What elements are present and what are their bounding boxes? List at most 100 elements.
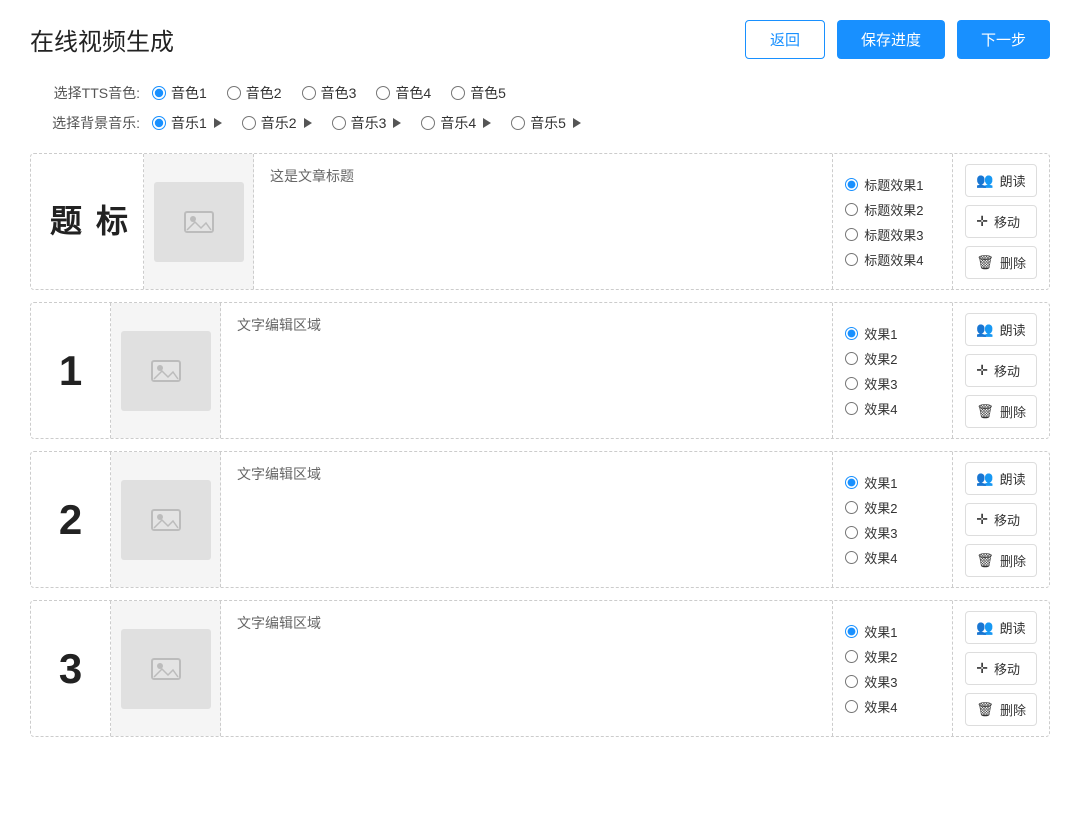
segment-index-3: 3 (31, 601, 111, 736)
effect-item-0-2[interactable]: 标题效果3 (845, 225, 940, 244)
music-option-3[interactable]: 音乐3 (332, 113, 402, 133)
read-button-2[interactable]: 👥 朗读 (965, 462, 1037, 495)
tts-row: 选择TTS音色: 音色1 音色2 音色3 音色4 音色5 (30, 83, 1050, 103)
read-label-2: 朗读 (1000, 469, 1026, 488)
move-button-2[interactable]: ✛移动 (965, 503, 1037, 536)
delete-button-1[interactable]: 🗑删除 (965, 395, 1037, 428)
tts-option-3[interactable]: 音色3 (302, 83, 357, 103)
music-option-5[interactable]: 音乐5 (511, 113, 581, 133)
tts-option-5[interactable]: 音色5 (451, 83, 506, 103)
image-placeholder-3 (121, 629, 211, 709)
music-option-1[interactable]: 音乐1 (152, 113, 222, 133)
read-button-0[interactable]: 👥 朗读 (965, 164, 1037, 197)
back-button[interactable]: 返回 (745, 20, 825, 59)
image-placeholder-2 (121, 480, 211, 560)
effect-item-0-1[interactable]: 标题效果2 (845, 200, 940, 219)
segment-text-area-2[interactable] (221, 452, 833, 587)
segment-actions-0: 👥 朗读 ✛ 移动 🗑 删除 (953, 154, 1049, 289)
play-icon[interactable] (214, 118, 222, 128)
play-icon[interactable] (304, 118, 312, 128)
tts-option-4[interactable]: 音色4 (376, 83, 431, 103)
effect-item-2-0[interactable]: 效果1 (845, 473, 940, 492)
move-icon: ✛ (976, 660, 988, 677)
segment-actions-2: 👥 朗读 ✛移动 🗑删除 (953, 452, 1049, 587)
delete-label-0: 删除 (1000, 253, 1026, 272)
music-label: 选择背景音乐: (30, 113, 140, 133)
read-button-1[interactable]: 👥 朗读 (965, 313, 1037, 346)
segment-textarea-2[interactable] (237, 464, 816, 544)
play-icon[interactable] (573, 118, 581, 128)
read-label-3: 朗读 (1000, 618, 1026, 637)
music-option-4[interactable]: 音乐4 (421, 113, 491, 133)
delete-button-2[interactable]: 🗑删除 (965, 544, 1037, 577)
segment-textarea-1[interactable] (237, 315, 816, 395)
music-row: 选择背景音乐: 音乐1 音乐2 音乐3 音乐4 音乐5 (30, 113, 1050, 133)
move-icon: ✛ (976, 213, 988, 230)
read-label-1: 朗读 (1000, 320, 1026, 339)
move-label-3: 移动 (994, 659, 1020, 678)
music-option-2[interactable]: 音乐2 (242, 113, 312, 133)
segment-index-2: 2 (31, 452, 111, 587)
read-button-3[interactable]: 👥 朗读 (965, 611, 1037, 644)
play-icon[interactable] (393, 118, 401, 128)
read-label-0: 朗读 (1000, 171, 1026, 190)
read-icon: 👥 (976, 470, 993, 487)
segment-image-2[interactable] (111, 452, 221, 587)
effect-item-1-3[interactable]: 效果4 (845, 399, 940, 418)
save-button[interactable]: 保存进度 (837, 20, 945, 59)
segment-card-2: 2 效果1 效果2 效果3 效果4 👥 朗读 ✛移动 🗑删除 (30, 451, 1050, 588)
read-icon: 👥 (976, 619, 993, 636)
read-icon: 👥 (976, 172, 993, 189)
segment-effects-0: 标题效果1 标题效果2 标题效果3 标题效果4 (833, 154, 953, 289)
delete-button-0[interactable]: 🗑 删除 (965, 246, 1037, 279)
page-header: 在线视频生成 返回 保存进度 下一步 (30, 20, 1050, 59)
effect-item-3-2[interactable]: 效果3 (845, 672, 940, 691)
segment-textarea-3[interactable] (237, 613, 816, 693)
effect-item-1-1[interactable]: 效果2 (845, 349, 940, 368)
segment-card-0: 标题 标题效果1 标题效果2 标题效果3 标题效果4 👥 朗读 ✛ 移动 🗑 删除 (30, 153, 1050, 290)
effect-item-3-0[interactable]: 效果1 (845, 622, 940, 641)
move-button-3[interactable]: ✛ 移动 (965, 652, 1037, 685)
effect-item-0-3[interactable]: 标题效果4 (845, 250, 940, 269)
effect-item-2-3[interactable]: 效果4 (845, 548, 940, 567)
segment-actions-3: 👥 朗读 ✛ 移动 🗑 删除 (953, 601, 1049, 736)
image-placeholder-0 (154, 182, 244, 262)
tts-label: 选择TTS音色: (30, 83, 140, 103)
read-icon: 👥 (976, 321, 993, 338)
tts-option-1[interactable]: 音色1 (152, 83, 207, 103)
delete-label-2: 删除 (1000, 551, 1026, 570)
move-icon: ✛ (976, 362, 988, 379)
segment-index-0: 标题 (31, 154, 144, 289)
segment-card-3: 3 效果1 效果2 效果3 效果4 👥 朗读 ✛ 移动 🗑 删除 (30, 600, 1050, 737)
move-label-0: 移动 (994, 212, 1020, 231)
delete-button-3[interactable]: 🗑 删除 (965, 693, 1037, 726)
segment-text-area-3[interactable] (221, 601, 833, 736)
effect-item-3-3[interactable]: 效果4 (845, 697, 940, 716)
tts-options: 音色1 音色2 音色3 音色4 音色5 (152, 83, 506, 103)
segment-textarea-0[interactable] (270, 166, 816, 246)
segment-image-0[interactable] (144, 154, 254, 289)
delete-label-3: 删除 (1000, 700, 1026, 719)
effect-item-0-0[interactable]: 标题效果1 (845, 175, 940, 194)
segment-text-area-0[interactable] (254, 154, 833, 289)
segment-effects-2: 效果1 效果2 效果3 效果4 (833, 452, 953, 587)
segment-image-3[interactable] (111, 601, 221, 736)
segment-actions-1: 👥 朗读 ✛移动 🗑删除 (953, 303, 1049, 438)
effect-item-1-0[interactable]: 效果1 (845, 324, 940, 343)
play-icon[interactable] (483, 118, 491, 128)
segment-image-1[interactable] (111, 303, 221, 438)
tts-option-2[interactable]: 音色2 (227, 83, 282, 103)
move-button-1[interactable]: ✛移动 (965, 354, 1037, 387)
effect-item-2-2[interactable]: 效果3 (845, 523, 940, 542)
delete-icon: 🗑 (976, 254, 994, 271)
page-title: 在线视频生成 (30, 22, 174, 57)
delete-icon: 🗑 (976, 701, 994, 718)
segment-text-area-1[interactable] (221, 303, 833, 438)
effect-item-3-1[interactable]: 效果2 (845, 647, 940, 666)
next-button[interactable]: 下一步 (957, 20, 1050, 59)
effect-item-1-2[interactable]: 效果3 (845, 374, 940, 393)
move-button-0[interactable]: ✛ 移动 (965, 205, 1037, 238)
effect-item-2-1[interactable]: 效果2 (845, 498, 940, 517)
music-options: 音乐1 音乐2 音乐3 音乐4 音乐5 (152, 113, 581, 133)
segment-effects-3: 效果1 效果2 效果3 效果4 (833, 601, 953, 736)
